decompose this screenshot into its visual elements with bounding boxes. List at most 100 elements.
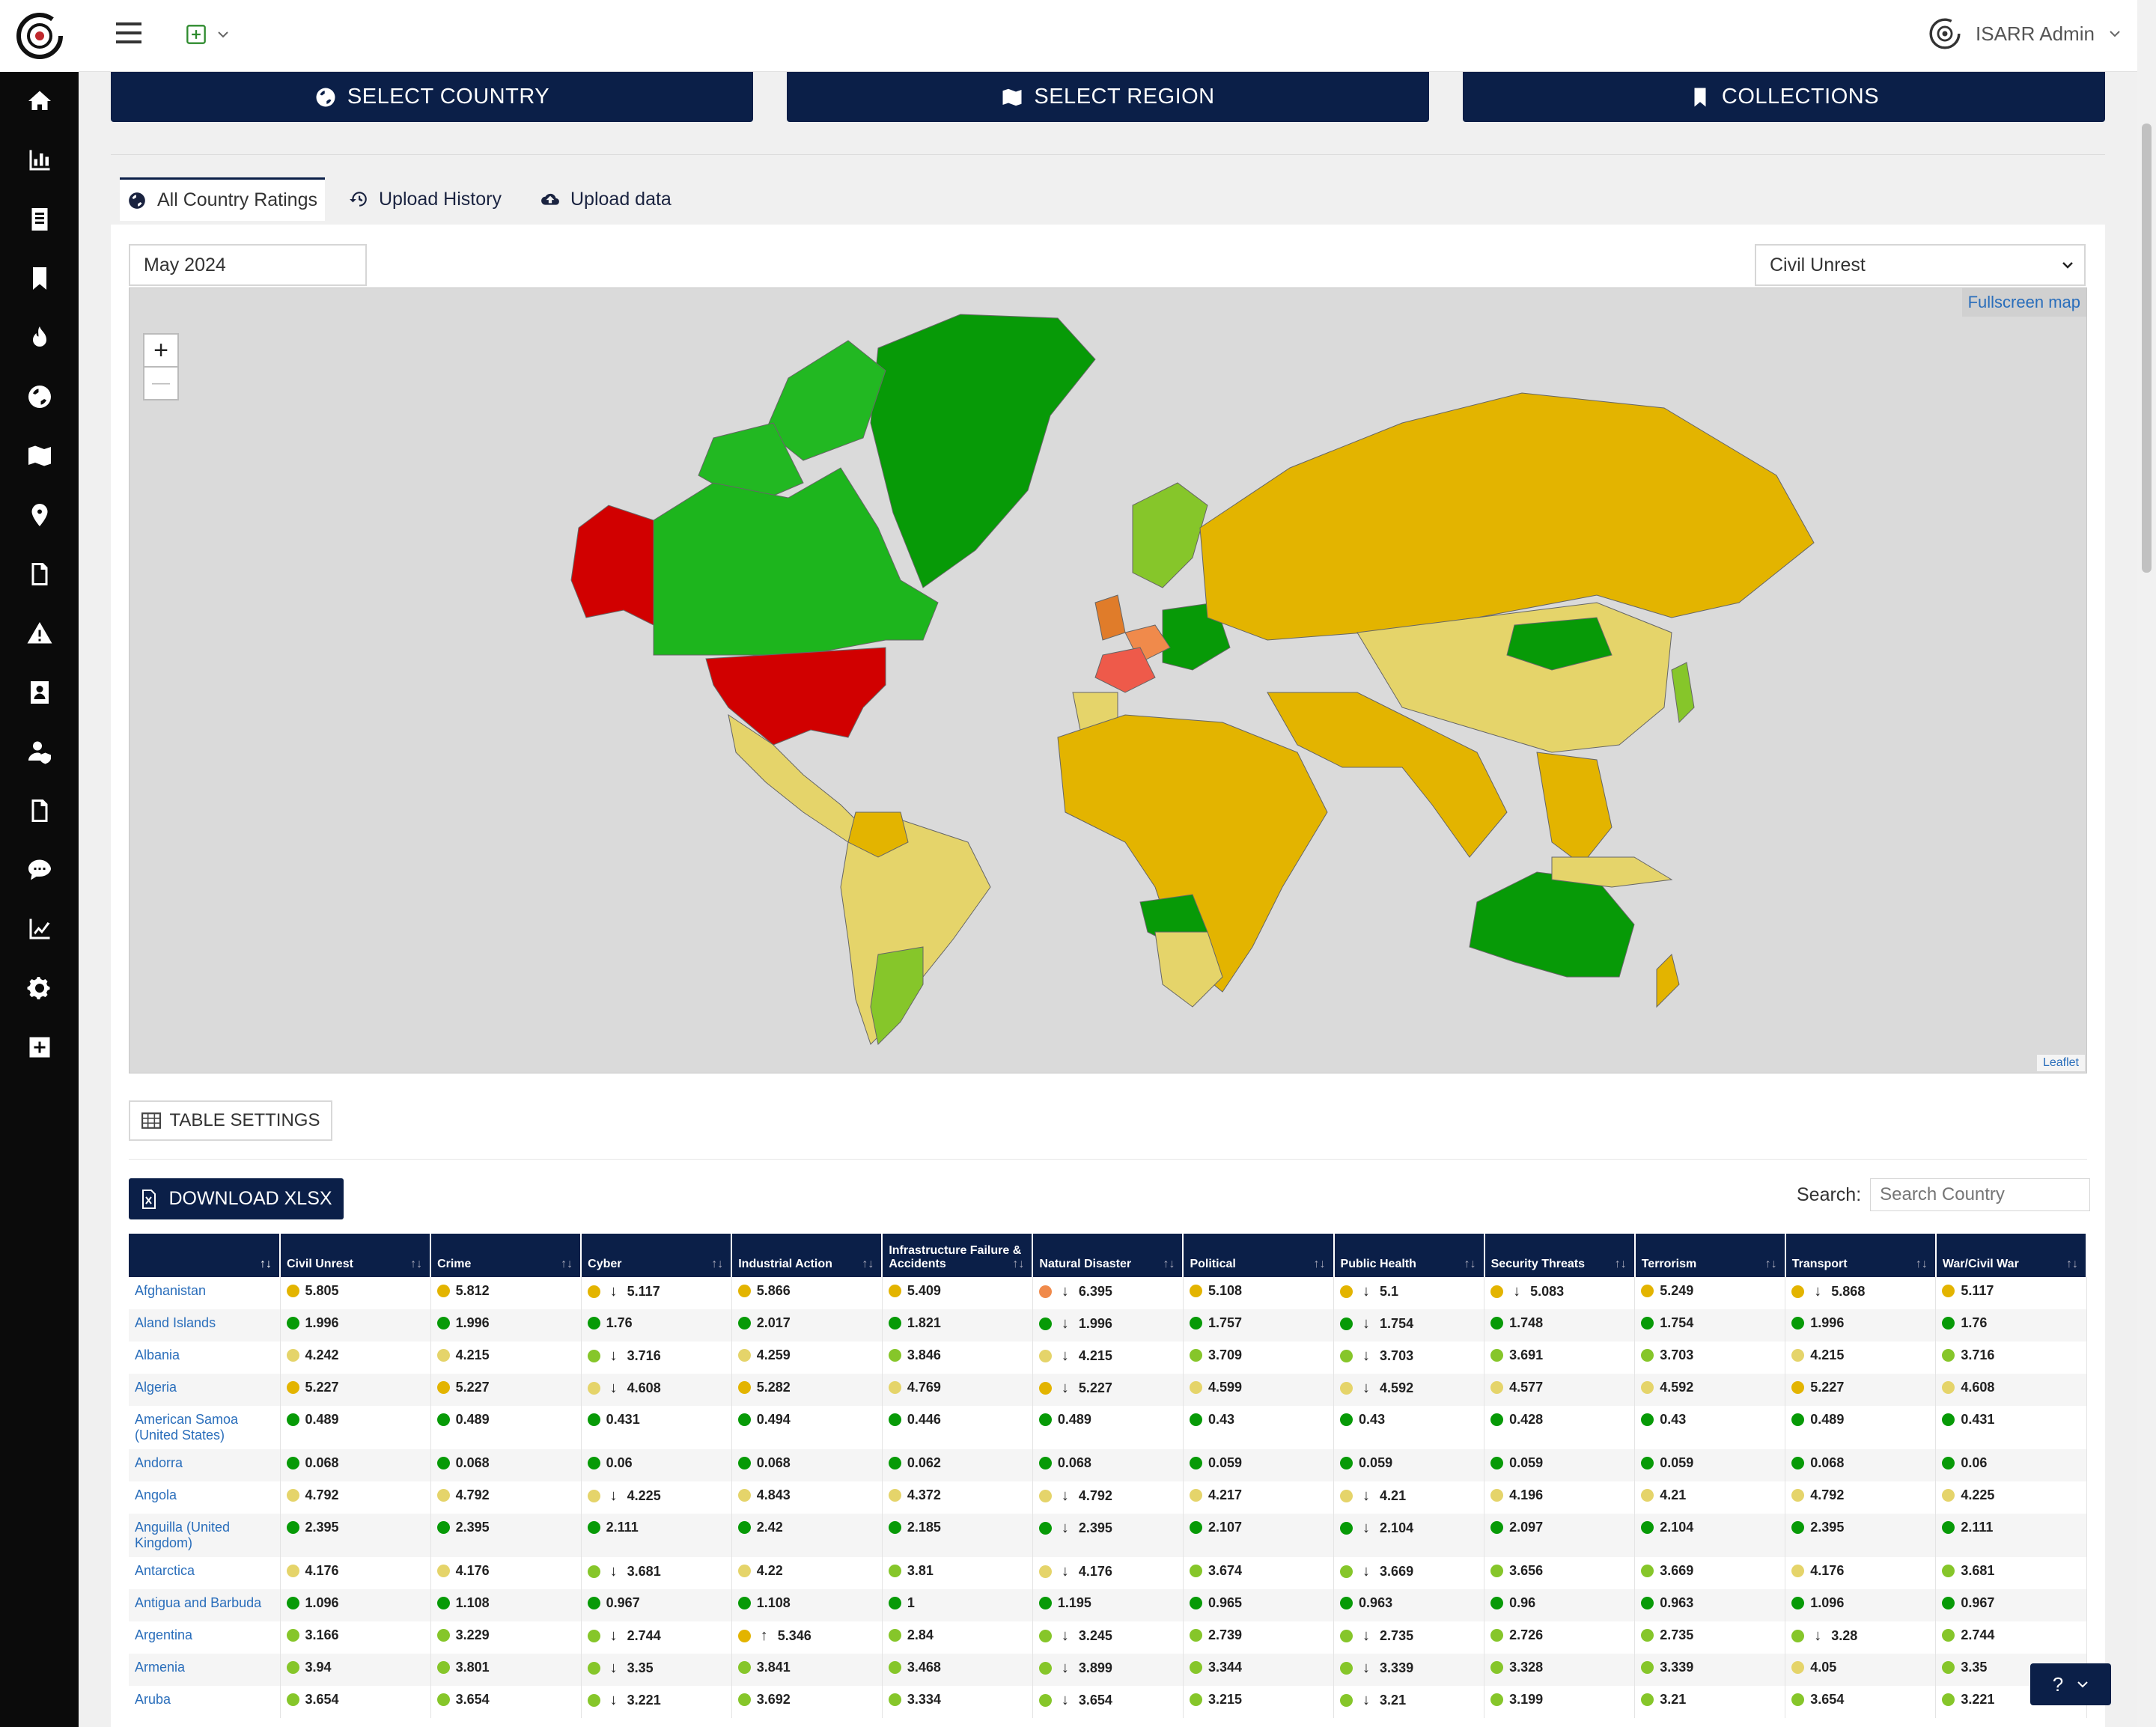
country-link[interactable]: Angola	[129, 1481, 281, 1514]
country-link[interactable]: Antigua and Barbuda	[129, 1589, 281, 1621]
date-picker-input[interactable]: May 2024	[129, 244, 367, 286]
rating-value: 3.21	[1660, 1692, 1687, 1707]
rating-value: 3.28	[1831, 1628, 1858, 1643]
search-input[interactable]	[1870, 1178, 2091, 1211]
column-header-country[interactable]: ↑↓	[129, 1234, 281, 1277]
country-shape[interactable]	[1536, 752, 1613, 865]
table-row: Antigua and Barbuda 1.096 1.108 0.967 1.108 1…	[129, 1589, 2087, 1621]
line-chart-icon[interactable]	[0, 908, 79, 950]
country-shape[interactable]	[840, 819, 991, 1045]
fire-icon[interactable]	[0, 317, 79, 359]
country-shape[interactable]	[765, 340, 886, 461]
country-link[interactable]: Algeria	[129, 1374, 281, 1406]
rating-dot-icon	[286, 1457, 299, 1469]
location-pin-icon[interactable]	[0, 494, 79, 536]
country-link[interactable]: Anguilla (United Kingdom)	[129, 1514, 281, 1557]
map-attribution[interactable]: Leaflet	[2036, 1055, 2085, 1071]
document-list-icon[interactable]	[0, 198, 79, 240]
table-settings-button[interactable]: TABLE SETTINGS	[129, 1100, 332, 1141]
scrollbar-thumb[interactable]	[2142, 124, 2152, 573]
rating-cell: ↓ 4.225	[581, 1481, 732, 1514]
country-shape[interactable]	[1656, 954, 1680, 1008]
column-header[interactable]: War/Civil War ↑↓	[1935, 1234, 2088, 1277]
rating-cell: 0.059	[1484, 1449, 1636, 1481]
rating-value: 3.166	[305, 1627, 339, 1642]
column-header[interactable]: Security Threats ↑↓	[1484, 1234, 1636, 1277]
rating-dot-icon	[1038, 1457, 1052, 1469]
help-button[interactable]: ?	[2030, 1663, 2111, 1705]
user-shield-icon[interactable]	[0, 731, 79, 773]
file-icon[interactable]	[0, 553, 79, 595]
country-link[interactable]: Aland Islands	[129, 1309, 281, 1341]
risk-category-select[interactable]: Civil Unrest	[1755, 244, 2086, 286]
map-icon[interactable]	[0, 435, 79, 477]
country-link[interactable]: Afghanistan	[129, 1277, 281, 1309]
country-link[interactable]: Antarctica	[129, 1557, 281, 1589]
zoom-out-button[interactable]: —	[143, 366, 179, 400]
rating-cell: 2.395	[430, 1514, 582, 1557]
tab-all-country-ratings[interactable]: All Country Ratings	[120, 177, 325, 221]
tab-upload-history[interactable]: Upload History	[349, 177, 502, 221]
tab-upload-data[interactable]: Upload data	[540, 177, 672, 221]
chat-icon[interactable]	[0, 849, 79, 891]
settings-gear-icon[interactable]	[0, 967, 79, 1009]
column-header-label: Industrial Action	[738, 1258, 832, 1270]
column-header[interactable]: Civil Unrest ↑↓	[280, 1234, 432, 1277]
app-logo[interactable]	[0, 0, 79, 72]
add-box-icon[interactable]	[0, 1026, 79, 1068]
country-shape[interactable]	[1199, 392, 1815, 641]
rating-dot-icon	[587, 1565, 600, 1578]
column-header[interactable]: Public Health ↑↓	[1333, 1234, 1485, 1277]
country-shape[interactable]	[1469, 871, 1635, 978]
bar-chart-icon[interactable]	[0, 139, 79, 181]
page-scrollbar[interactable]	[2137, 0, 2156, 1727]
column-header[interactable]: Cyber ↑↓	[581, 1234, 733, 1277]
rating-dot-icon	[888, 1317, 901, 1329]
column-header[interactable]: Political ↑↓	[1183, 1234, 1335, 1277]
column-header[interactable]: Transport ↑↓	[1785, 1234, 1937, 1277]
column-header[interactable]: Infrastructure Failure & Accidents ↑↓	[882, 1234, 1034, 1277]
column-header[interactable]: Industrial Action ↑↓	[731, 1234, 883, 1277]
country-link[interactable]: Armenia	[129, 1654, 281, 1686]
country-link[interactable]: Andorra	[129, 1449, 281, 1481]
fullscreen-map-link[interactable]: Fullscreen map	[1961, 288, 2086, 317]
contacts-icon[interactable]	[0, 671, 79, 713]
home-icon[interactable]	[0, 80, 79, 122]
column-header[interactable]: Crime ↑↓	[430, 1234, 582, 1277]
country-shape[interactable]	[570, 505, 654, 626]
world-risk-map[interactable]: + — Fullscreen map Leaflet	[129, 287, 2087, 1073]
country-link[interactable]: American Samoa (United States)	[129, 1406, 281, 1449]
bookmark-icon[interactable]	[0, 258, 79, 299]
country-shape[interactable]	[1132, 482, 1208, 588]
globe-icon[interactable]	[0, 376, 79, 418]
country-link[interactable]: Albania	[129, 1341, 281, 1374]
column-header-label: Infrastructure Failure & Accidents	[889, 1244, 1022, 1270]
country-shape[interactable]	[1094, 594, 1126, 641]
select-region-button[interactable]: SELECT REGION	[787, 72, 1429, 122]
country-link[interactable]: Argentina	[129, 1621, 281, 1654]
rating-dot-icon	[1038, 1522, 1052, 1535]
collections-button[interactable]: COLLECTIONS	[1463, 72, 2105, 122]
rating-cell: 3.656	[1484, 1557, 1636, 1589]
warning-icon[interactable]	[0, 612, 79, 654]
country-shape[interactable]	[870, 314, 1096, 588]
rating-value: 2.104	[1380, 1520, 1414, 1535]
select-country-button[interactable]: SELECT COUNTRY	[111, 72, 753, 122]
rating-dot-icon	[1038, 1413, 1052, 1426]
hamburger-menu-icon[interactable]	[116, 22, 141, 43]
column-header[interactable]: Natural Disaster ↑↓	[1032, 1234, 1184, 1277]
quick-add-dropdown[interactable]	[186, 24, 229, 45]
country-shape[interactable]	[1671, 662, 1695, 724]
rating-value: 0.068	[756, 1455, 791, 1470]
country-link[interactable]: Aruba	[129, 1686, 281, 1718]
rating-value: 4.242	[305, 1347, 339, 1362]
table-row: Anguilla (United Kingdom) 2.395 2.395 2.111…	[129, 1514, 2087, 1557]
rating-value: 4.196	[1509, 1487, 1544, 1502]
download-xlsx-button[interactable]: DOWNLOAD XLSX	[129, 1178, 344, 1219]
rating-cell: 3.339	[1634, 1654, 1786, 1686]
user-menu[interactable]: ISARR Admin	[1928, 16, 2122, 51]
country-shape[interactable]	[870, 946, 924, 1046]
zoom-in-button[interactable]: +	[143, 333, 179, 368]
report-file-icon[interactable]	[0, 790, 79, 832]
column-header[interactable]: Terrorism ↑↓	[1634, 1234, 1786, 1277]
